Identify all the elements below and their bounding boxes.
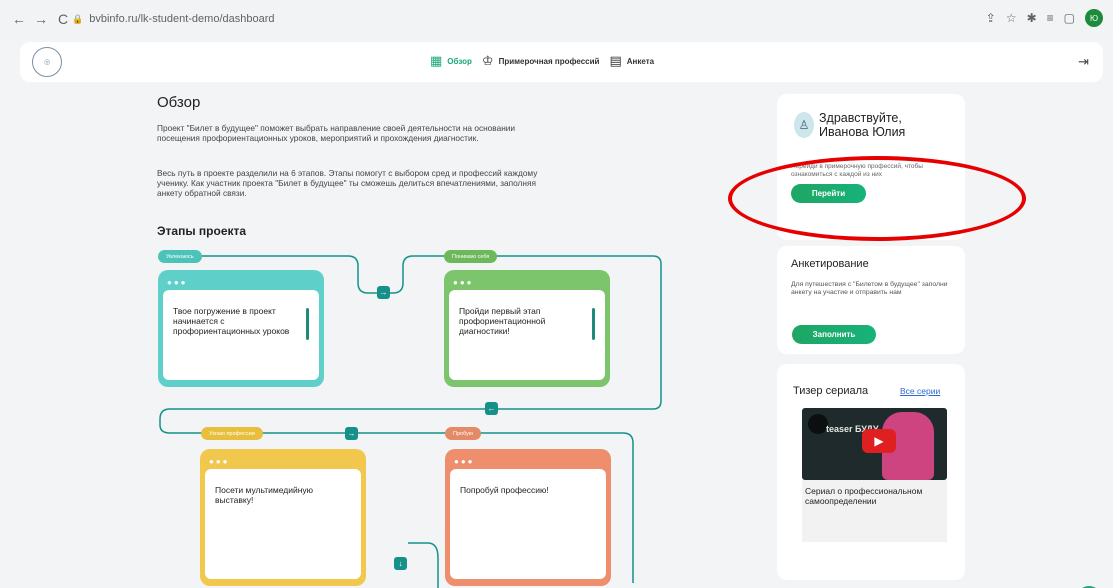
- stage-card-text: Твое погружение в проект начинается с пр…: [173, 306, 290, 336]
- greeting-line: Здравствуйте,: [819, 111, 902, 125]
- url-text: bvbinfo.ru/lk-student-demo/dashboard: [89, 13, 275, 25]
- stage-card-body: Твое погружение в проект начинается с пр…: [163, 290, 319, 380]
- user-name: Иванова Юлия: [819, 125, 906, 139]
- arrow-right-icon[interactable]: →: [377, 286, 390, 299]
- page: ◎ ▦ Обзор ♔ Примерочная профессий ▤ Анке…: [0, 38, 1113, 588]
- browser-actions: ⇪ ☆ ✱ ≡ ▢ Ю: [986, 9, 1103, 27]
- logout-icon[interactable]: ⇥: [1078, 54, 1089, 70]
- crown-icon: ♔: [481, 53, 494, 68]
- survey-title: Анкетирование: [791, 258, 869, 270]
- back-icon[interactable]: ←: [8, 8, 30, 30]
- arrow-right-icon[interactable]: →: [345, 427, 358, 440]
- stage-card-text: Пройди первый этап профориентационной ди…: [459, 306, 546, 336]
- nav-item-fitting-room[interactable]: ♔ Примерочная профессий: [482, 53, 600, 69]
- address-bar[interactable]: 🔒 bvbinfo.ru/lk-student-demo/dashboard: [72, 9, 952, 29]
- stages-flow: Увлекаюсь Понимаю себя Узнаю профессии П…: [148, 243, 673, 588]
- nav-item-label: Обзор: [447, 56, 472, 66]
- stage-tag-2: Понимаю себя: [444, 250, 498, 263]
- stage-card-body: Попробуй профессию!: [450, 469, 606, 579]
- scroll-indicator: [592, 308, 595, 340]
- nav-menu: ▦ Обзор ♔ Примерочная профессий ▤ Анкета: [430, 53, 654, 69]
- survey-text: Для путешествия с "Билетом в будущее" за…: [791, 281, 948, 296]
- lock-icon: 🔒: [72, 13, 84, 24]
- video-caption: Сериал о профессиональном самоопределени…: [802, 480, 947, 542]
- nav-item-overview[interactable]: ▦ Обзор: [430, 53, 472, 69]
- arrow-down-icon[interactable]: ↓: [394, 557, 407, 570]
- sidepanel-icon[interactable]: ▢: [1064, 11, 1075, 25]
- page-title: Обзор: [157, 94, 201, 111]
- window-dots-icon: ●●●: [454, 457, 475, 466]
- stage-tag-1: Увлекаюсь: [158, 250, 202, 263]
- forward-icon[interactable]: →: [30, 8, 52, 30]
- overview-paragraph-1: Проект "Билет в будущее" поможет выбрать…: [157, 123, 516, 143]
- teaser-card: Тизер сериала Все серии teaser БУДУ ▶ Се…: [777, 364, 965, 580]
- star-icon[interactable]: ☆: [1006, 11, 1017, 25]
- media-icon[interactable]: ≡: [1047, 11, 1054, 25]
- nav-item-label: Примерочная профессий: [498, 56, 600, 66]
- logo[interactable]: ◎: [32, 47, 62, 77]
- stage-card-4[interactable]: ●●● Попробуй профессию!: [445, 449, 611, 586]
- greeting-text: Здравствуйте, Иванова Юлия: [819, 111, 905, 139]
- top-navigation: ◎ ▦ Обзор ♔ Примерочная профессий ▤ Анке…: [20, 42, 1103, 82]
- stage-card-3[interactable]: ●●● Посети мультимедийную выставку!: [200, 449, 366, 586]
- scroll-indicator: [306, 308, 309, 340]
- fill-survey-button[interactable]: Заполнить: [792, 325, 876, 344]
- play-icon[interactable]: ▶: [862, 429, 896, 453]
- share-icon[interactable]: ⇪: [986, 11, 996, 25]
- window-dots-icon: ●●●: [209, 457, 230, 466]
- stages-title: Этапы проекта: [157, 224, 247, 238]
- user-avatar-icon: ♙: [794, 112, 814, 138]
- teaser-title: Тизер сериала: [793, 385, 869, 397]
- window-dots-icon: ●●●: [167, 278, 188, 287]
- stage-card-body: Посети мультимедийную выставку!: [205, 469, 361, 579]
- stage-card-body: Пройди первый этап профориентационной ди…: [449, 290, 605, 380]
- window-dots-icon: ●●●: [453, 278, 474, 287]
- nav-item-survey[interactable]: ▤ Анкета: [609, 53, 654, 69]
- stage-card-2[interactable]: ●●● Пройди первый этап профориентационно…: [444, 270, 610, 387]
- nav-item-label: Анкета: [626, 56, 655, 66]
- arrow-left-icon[interactable]: ←: [485, 402, 498, 415]
- clipboard-icon: ▤: [609, 53, 622, 68]
- stage-card-text: Посети мультимедийную выставку!: [215, 485, 314, 505]
- stage-card-1[interactable]: ●●● Твое погружение в проект начинается …: [158, 270, 324, 387]
- grid-icon: ▦: [430, 53, 443, 68]
- survey-card: Анкетирование Для путешествия с "Билетом…: [777, 246, 965, 354]
- reload-icon[interactable]: C: [52, 8, 74, 30]
- red-annotation-ellipse: [728, 156, 1026, 241]
- all-episodes-link[interactable]: Все серии: [900, 386, 940, 396]
- stage-tag-3: Узнаю профессии: [201, 427, 263, 440]
- stage-card-text: Попробуй профессию!: [460, 485, 549, 495]
- profile-avatar[interactable]: Ю: [1085, 9, 1103, 27]
- video-thumbnail[interactable]: teaser БУДУ ▶: [802, 408, 947, 480]
- camera-shape: [808, 414, 828, 434]
- overview-paragraph-2: Весь путь в проекте разделили на 6 этапо…: [157, 168, 538, 198]
- stage-tag-4: Пробую: [445, 427, 481, 440]
- extensions-icon[interactable]: ✱: [1027, 11, 1037, 25]
